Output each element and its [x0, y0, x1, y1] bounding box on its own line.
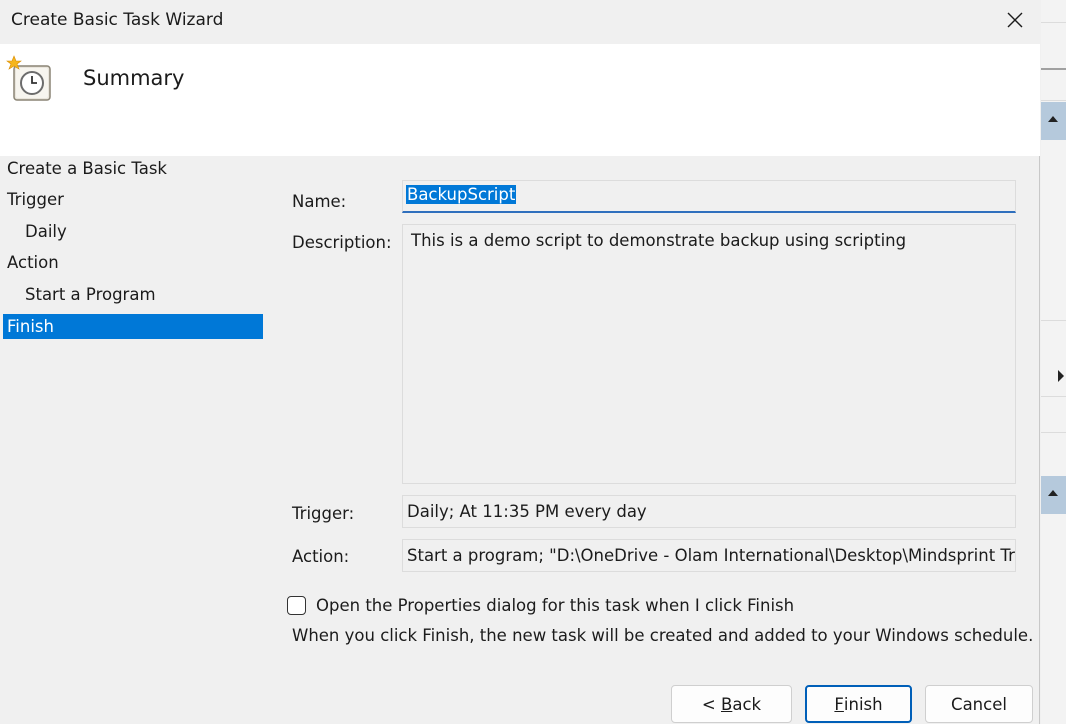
triangle-up-icon	[1048, 490, 1058, 496]
scroll-up-button-2[interactable]	[1041, 476, 1066, 514]
name-field[interactable]: BackupScript	[402, 180, 1016, 213]
step-trigger: Trigger	[7, 190, 64, 209]
finish-hotkey: F	[834, 694, 844, 714]
triangle-right-icon	[1058, 370, 1064, 382]
wizard-header: Summary	[0, 44, 1040, 156]
triangle-up-icon	[1048, 116, 1058, 122]
step-finish: Finish	[3, 314, 263, 339]
trigger-field[interactable]: Daily; At 11:35 PM every day	[402, 495, 1016, 528]
page-heading: Summary	[83, 66, 185, 90]
close-button[interactable]	[992, 0, 1038, 40]
expand-arrow[interactable]	[1041, 366, 1066, 386]
description-field[interactable]: This is a demo script to demonstrate bac…	[402, 224, 1016, 484]
finish-button[interactable]: Finish	[805, 685, 912, 723]
title-bar: Create Basic Task Wizard	[0, 0, 1040, 44]
step-action: Action	[7, 253, 59, 272]
cancel-button[interactable]: Cancel	[925, 685, 1033, 723]
name-value: BackupScript	[406, 185, 517, 204]
action-field[interactable]: Start a program; "D:\OneDrive - Olam Int…	[402, 539, 1016, 572]
open-properties-option[interactable]: Open the Properties dialog for this task…	[287, 594, 794, 616]
back-prefix: <	[701, 694, 721, 714]
step-start-a-program: Start a Program	[25, 285, 156, 304]
back-button[interactable]: < Back	[671, 685, 792, 723]
step-daily: Daily	[25, 222, 67, 241]
step-create-basic-task: Create a Basic Task	[7, 159, 167, 178]
task-clock-icon	[6, 55, 51, 101]
open-properties-label[interactable]: Open the Properties dialog for this task…	[316, 596, 794, 615]
open-properties-checkbox[interactable]	[287, 595, 306, 615]
back-rest: ack	[732, 694, 762, 714]
action-label: Action:	[292, 547, 350, 566]
finish-info-text: When you click Finish, the new task will…	[292, 626, 1034, 645]
close-icon	[1007, 12, 1023, 28]
background-window-edge	[1041, 0, 1066, 724]
finish-rest: inish	[843, 694, 883, 714]
back-hotkey: B	[721, 694, 733, 714]
description-label: Description:	[292, 233, 392, 252]
name-label: Name:	[292, 192, 347, 211]
trigger-label: Trigger:	[292, 504, 355, 523]
wizard-window: Create Basic Task Wizard Summary Create …	[0, 0, 1040, 724]
window-title: Create Basic Task Wizard	[11, 10, 224, 30]
scroll-up-button[interactable]	[1041, 102, 1066, 140]
